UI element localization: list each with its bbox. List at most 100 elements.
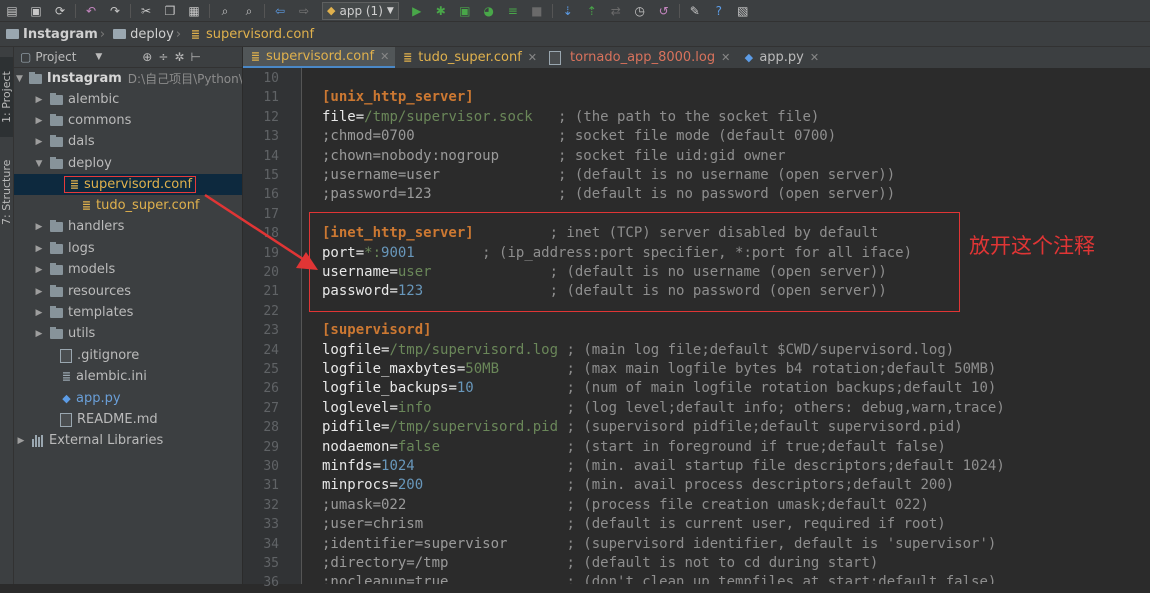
line-number: 33 [263,517,279,533]
locate-icon[interactable]: ⊕ [142,50,152,64]
forward-icon[interactable]: ⇨ [296,3,312,19]
tree-item-deploy[interactable]: ▼ deploy [14,153,242,174]
expand-arrow-icon[interactable]: ▶ [34,265,44,275]
config-file-icon: ≣ [403,51,413,64]
tree-item-models[interactable]: ▶ models [14,259,242,280]
tab-structure-label: 7: Structure [0,159,13,225]
chevron-down-icon[interactable]: ▼ [95,52,102,62]
code-line: pidfile=/tmp/supervisord.pid ; (supervis… [322,419,963,436]
build-icon[interactable]: ≡ [505,3,521,19]
close-icon[interactable]: ✕ [810,51,819,64]
vcs-commit-icon[interactable]: ⇡ [584,3,600,19]
hide-panel-icon[interactable]: ⊢ [190,50,200,64]
expand-arrow-icon[interactable]: ▶ [34,287,44,297]
expand-arrow-icon[interactable]: ▶ [34,329,44,339]
code-line: ;password=123 ; (default is no password … [322,186,896,203]
close-icon[interactable]: ✕ [380,50,389,63]
expand-arrow-icon[interactable]: ▶ [34,308,44,318]
undo-icon[interactable]: ↶ [83,3,99,19]
tab-project[interactable]: 1: Project [0,57,13,137]
redo-icon[interactable]: ↷ [107,3,123,19]
line-number: 11 [263,90,279,106]
open-folder-icon[interactable]: ▤ [4,3,20,19]
tree-item-readme[interactable]: README.md [14,409,242,430]
tree-root[interactable]: ▼ Instagram D:\自己项目\Python\I [14,68,242,89]
find-icon[interactable]: ⌕ [217,3,233,19]
sdk-icon[interactable]: ▧ [735,3,751,19]
code-line: logfile=/tmp/supervisord.log ; (main log… [322,341,955,358]
expand-arrow-icon[interactable]: ▶ [34,116,44,126]
tree-item-label: models [68,262,116,277]
project-view-label[interactable]: Project [35,50,95,64]
tree-item-utils[interactable]: ▶ utils [14,323,242,344]
run-config-select[interactable]: ◆ app (1) ▼ [322,1,399,20]
debug-icon[interactable]: ✱ [433,3,449,19]
tree-item-dals[interactable]: ▶ dals [14,131,242,152]
run-icon[interactable]: ▶ [409,3,425,19]
tree-item-handlers[interactable]: ▶ handlers [14,216,242,237]
code-line: minfds=1024 ; (min. avail startup file d… [322,458,1005,474]
tree-item-tudo-super-conf[interactable]: ≣ tudo_super.conf [14,195,242,216]
coverage-icon[interactable]: ▣ [457,3,473,19]
breadcrumb-root[interactable]: Instagram [0,27,98,42]
expand-arrow-icon[interactable]: ▶ [34,95,44,105]
breadcrumb-root-label: Instagram [23,26,98,42]
text-file-icon [60,348,72,363]
tree-item-gitignore[interactable]: .gitignore [14,345,242,366]
tab-supervisord-conf[interactable]: ≣ supervisord.conf ✕ [243,47,396,68]
line-number: 14 [263,148,279,164]
close-icon[interactable]: ✕ [528,51,537,64]
tab-app-py[interactable]: ◆ app.py ✕ [736,47,825,68]
cut-icon[interactable]: ✂ [138,3,154,19]
tree-item-resources[interactable]: ▶ resources [14,281,242,302]
code-line: ;chmod=0700 ; socket file mode (default … [322,128,837,145]
expand-arrow-icon[interactable]: ▶ [34,244,44,254]
vcs-history-icon[interactable]: ◷ [632,3,648,19]
tree-item-app-py[interactable]: ◆ app.py [14,388,242,409]
vcs-revert-icon[interactable]: ↺ [656,3,672,19]
expand-arrow-icon[interactable]: ▶ [34,222,44,232]
tree-item-external-libraries[interactable]: ▶ External Libraries [14,430,242,451]
tree-item-alembic[interactable]: ▶ alembic [14,89,242,110]
tree-item-label: supervisord.conf [84,177,193,192]
vcs-update-icon[interactable]: ⇣ [560,3,576,19]
tree-item-commons[interactable]: ▶ commons [14,110,242,131]
line-number: 32 [263,497,279,513]
profile-icon[interactable]: ◕ [481,3,497,19]
breadcrumb-file[interactable]: ≣ supervisord.conf [183,27,314,42]
tab-label: app.py [759,50,804,65]
folder-icon [50,156,63,169]
line-number: 23 [263,323,279,339]
tree-item-alembic-ini[interactable]: ≣ alembic.ini [14,366,242,387]
settings-icon[interactable]: ✎ [687,3,703,19]
tab-structure[interactable]: 7: Structure [0,147,13,237]
copy-icon[interactable]: ❐ [162,3,178,19]
line-number: 20 [263,265,279,280]
stop-icon[interactable]: ■ [529,3,545,19]
collapse-arrow-icon[interactable]: ▼ [34,159,44,169]
gear-icon[interactable]: ✲ [174,50,184,64]
tree-item-logs[interactable]: ▶ logs [14,238,242,259]
toolbar-divider [264,3,265,18]
tab-tornado-log[interactable]: tornado_app_8000.log ✕ [543,47,736,68]
tree-item-templates[interactable]: ▶ templates [14,302,242,323]
breadcrumb-folder[interactable]: deploy [107,27,174,42]
expand-arrow-icon[interactable]: ▶ [16,436,26,446]
collapse-all-icon[interactable]: ÷ [158,50,168,64]
vcs-compare-icon[interactable]: ⇄ [608,3,624,19]
expand-arrow-icon[interactable]: ▼ [16,74,23,84]
tree-item-supervisord-conf[interactable]: ≣ supervisord.conf [14,174,242,195]
save-icon[interactable]: ▣ [28,3,44,19]
close-icon[interactable]: ✕ [721,51,730,64]
code-editor[interactable]: [unix_http_server] file=/tmp/supervisor.s… [302,68,1150,584]
tree-item-label: tudo_super.conf [96,198,200,213]
expand-arrow-icon[interactable]: ▶ [34,137,44,147]
folder-icon [50,241,63,254]
tab-tudo-super-conf[interactable]: ≣ tudo_super.conf ✕ [395,47,543,68]
help-icon[interactable]: ? [711,3,727,19]
replace-icon[interactable]: ⌕ [241,3,257,19]
back-icon[interactable]: ⇦ [272,3,288,19]
tool-window-strip: 1: Project 7: Structure [0,47,14,584]
paste-icon[interactable]: ▦ [186,3,202,19]
sync-icon[interactable]: ⟳ [52,3,68,19]
